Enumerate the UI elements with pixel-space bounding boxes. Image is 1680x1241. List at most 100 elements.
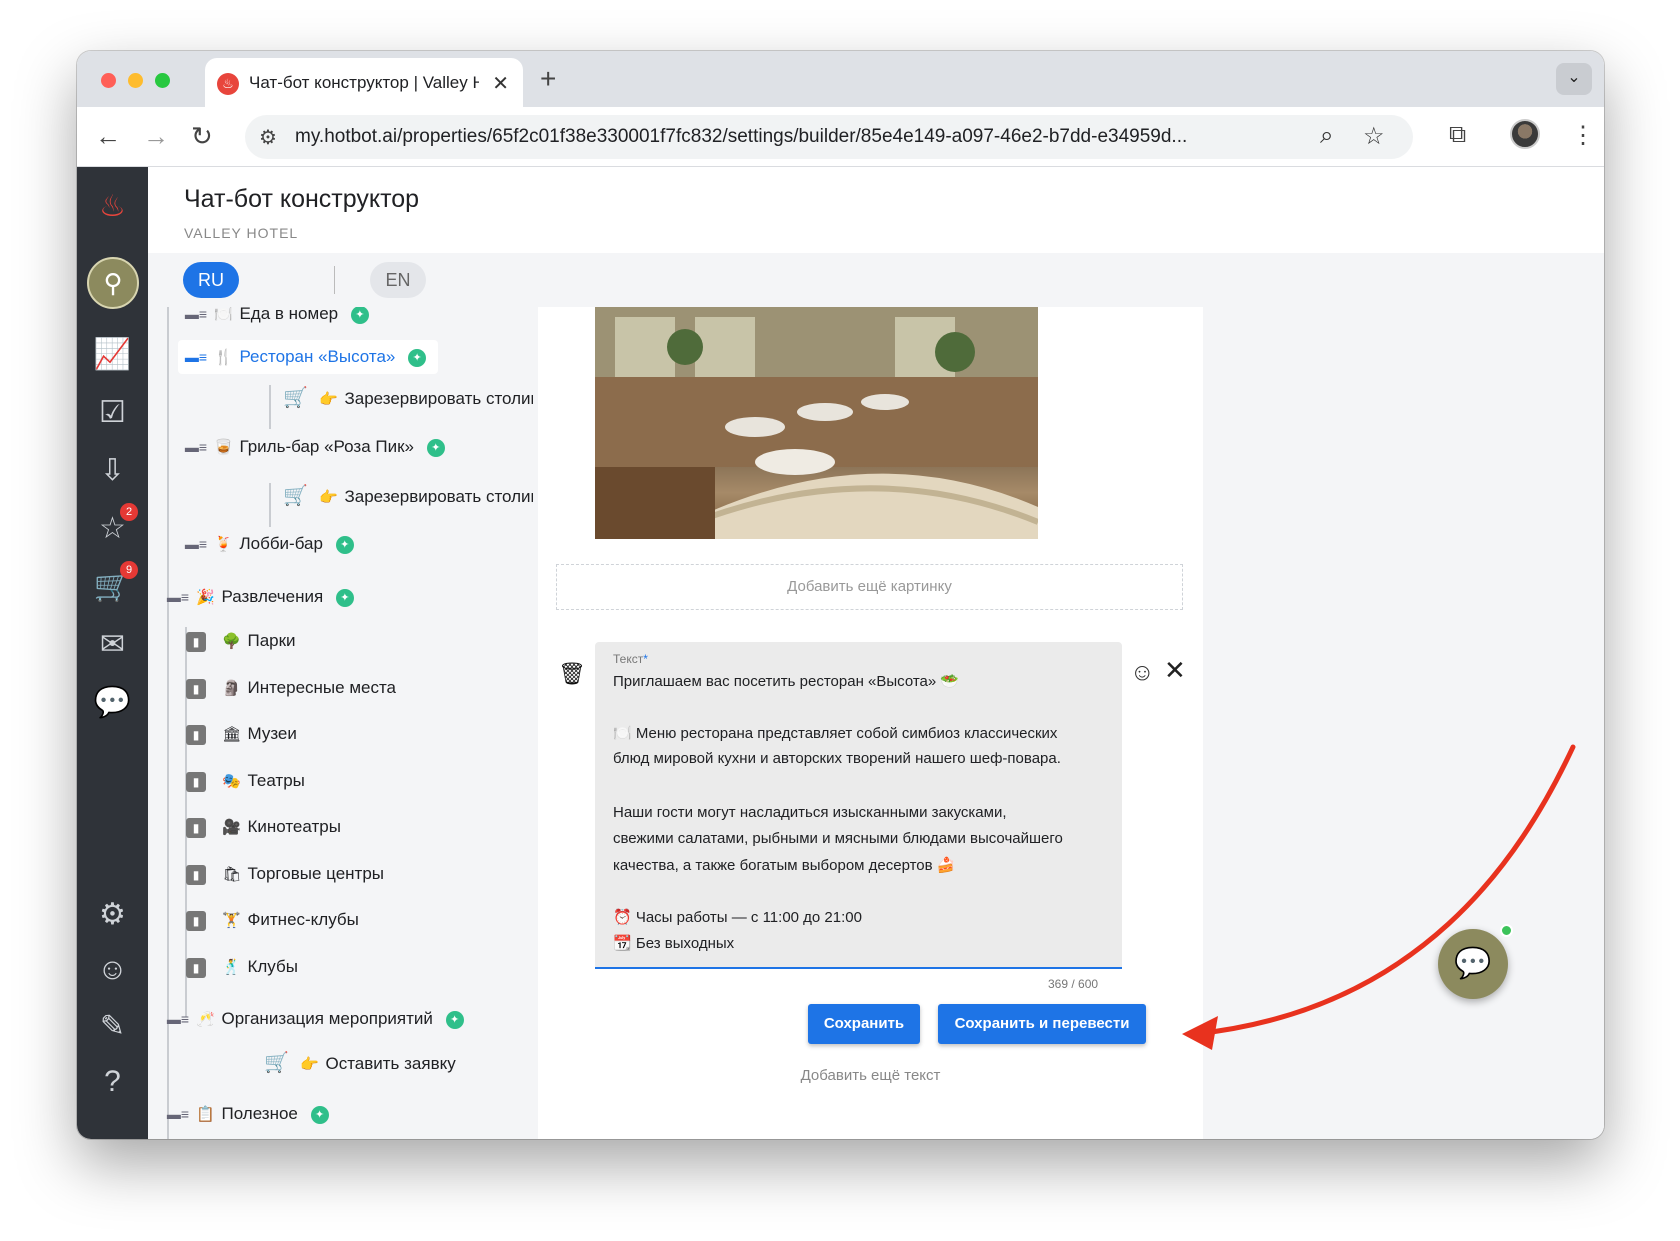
language-switcher: RU EN: [148, 253, 1604, 307]
card-list-icon: ▬≡: [166, 1011, 190, 1027]
orders-cart-nav-icon[interactable]: 🛒: [77, 569, 148, 604]
item-emoji: 👉: [319, 489, 339, 506]
item-emoji: 🏛: [222, 726, 242, 743]
tree-item-cinemas[interactable]: ▮ 🎥 Кинотеатры: [186, 810, 341, 844]
analytics-nav-icon[interactable]: 📈: [77, 337, 148, 372]
content-editor: Добавить ещё картинку 🗑 Текст* Приглашае…: [538, 307, 1203, 1139]
message-text-field[interactable]: Текст* Приглашаем вас посетить ресторан …: [595, 642, 1122, 969]
lang-en-button[interactable]: EN: [370, 262, 426, 298]
tree-item-leave-request[interactable]: 🛒 👉 Оставить заявку: [264, 1046, 456, 1080]
tree-item-label: Театры: [247, 771, 305, 790]
zoom-icon[interactable]: ⌕: [1320, 122, 1333, 150]
save-button[interactable]: Сохранить: [808, 1004, 920, 1044]
item-emoji: 🏋: [222, 912, 242, 929]
tab-close-icon[interactable]: ✕: [492, 71, 509, 96]
address-bar[interactable]: ⚙ my.hotbot.ai/properties/65f2c01f38e330…: [245, 115, 1413, 159]
edit-pencil-nav-icon[interactable]: ✎: [77, 1009, 148, 1044]
browser-menu-icon[interactable]: ⋮: [1571, 121, 1595, 150]
builder-nav-icon[interactable]: ⚲: [87, 257, 139, 309]
page-title: Чат-бот конструктор: [184, 185, 420, 213]
tree-item-clubs[interactable]: ▮ 🕺 Клубы: [186, 950, 298, 984]
restaurant-photo[interactable]: [595, 307, 1038, 539]
delete-trash-icon[interactable]: 🗑: [558, 661, 586, 687]
reload-icon[interactable]: ↻: [191, 121, 213, 151]
tree-item-lobby-bar[interactable]: ▬≡ 🍹 Лобби-бар ✦: [184, 527, 354, 561]
tree-item-reserve-table[interactable]: 🛒 👉 Зарезервировать столик: [283, 381, 533, 415]
reviews-star-nav-icon[interactable]: ☆: [77, 511, 148, 546]
text-line: качества, а также богатым выбором десерт…: [613, 857, 956, 874]
site-settings-icon[interactable]: ⚙: [259, 125, 277, 150]
tree-item-label: Кинотеатры: [247, 817, 341, 836]
hotbot-logo-icon[interactable]: ♨: [77, 189, 148, 224]
item-emoji: 🍽️: [214, 307, 234, 323]
lang-divider: [334, 266, 335, 294]
chat-widget-button[interactable]: 💬: [1438, 929, 1508, 999]
tree-item-label: Еда в номер: [239, 307, 339, 323]
close-editor-icon[interactable]: ✕: [1164, 655, 1186, 686]
maximize-window-button[interactable]: [155, 73, 170, 88]
chart-icon: ▮: [186, 817, 206, 838]
tree-item-reserve-table-2[interactable]: 🛒 👉 Зарезервировать столик: [283, 479, 533, 513]
card-list-icon: ▬≡: [184, 307, 208, 322]
cart-icon: 🛒: [283, 485, 308, 507]
ai-brain-icon: ✦: [310, 1105, 329, 1124]
item-emoji: 🌳: [222, 633, 242, 650]
inbox-download-nav-icon[interactable]: ⇩: [77, 453, 148, 488]
chart-icon: ▮: [186, 910, 206, 931]
tree-item-label: Интересные места: [247, 678, 397, 697]
chart-icon: ▮: [186, 957, 206, 978]
emoji-picker-icon[interactable]: ☺: [1130, 659, 1155, 687]
item-emoji: 🎭: [222, 773, 242, 790]
profile-avatar[interactable]: [1510, 119, 1540, 149]
browser-tab[interactable]: ♨ Чат-бот конструктор | Valley Hotel ✕: [205, 58, 523, 107]
item-emoji: 👉: [300, 1056, 320, 1073]
tree-item-grill-bar[interactable]: ▬≡ 🥃 Гриль-бар «Роза Пик» ✦: [184, 430, 445, 464]
tree-item-fitness[interactable]: ▮ 🏋 Фитнес-клубы: [186, 903, 359, 937]
mail-nav-icon[interactable]: ✉: [77, 627, 148, 662]
tree-item-label: Клубы: [247, 957, 298, 976]
tree-item-label: Музеи: [247, 724, 297, 743]
tree-item-museums[interactable]: ▮ 🏛 Музеи: [186, 717, 297, 751]
card-list-icon: ▬≡: [184, 439, 208, 455]
add-image-button[interactable]: Добавить ещё картинку: [556, 564, 1183, 610]
tree-item-malls[interactable]: ▮ 🛍 Торговые центры: [186, 857, 384, 891]
tree-item-useful[interactable]: ▬≡ 📋 Полезное ✦: [166, 1097, 329, 1131]
tree-item-events[interactable]: ▬≡ 🥂 Организация мероприятий ✦: [166, 1002, 464, 1036]
close-window-button[interactable]: [101, 73, 116, 88]
chat-nav-icon[interactable]: 💬: [77, 685, 148, 720]
forward-arrow-icon[interactable]: →: [143, 121, 169, 151]
tree-item-room-food[interactable]: ▬≡ 🍽️ Еда в номер ✦: [184, 307, 369, 331]
minimize-window-button[interactable]: [128, 73, 143, 88]
text-field-label: Текст*: [613, 652, 648, 666]
ai-brain-icon: ✦: [335, 588, 354, 607]
settings-gear-nav-icon[interactable]: ⚙: [77, 897, 148, 932]
extensions-puzzle-icon[interactable]: ⧉: [1449, 121, 1466, 149]
tree-item-label: Ресторан «Высота»: [239, 347, 396, 366]
tree-item-label: Торговые центры: [247, 864, 384, 883]
tree-item-entertainment[interactable]: ▬≡ 🎉 Развлечения ✦: [166, 580, 354, 614]
chart-icon: ▮: [186, 771, 206, 792]
cart-icon: 🛒: [283, 387, 308, 409]
back-arrow-icon[interactable]: ←: [95, 121, 121, 151]
save-and-translate-button[interactable]: Сохранить и перевести: [938, 1004, 1146, 1044]
tab-search-chevron-icon[interactable]: ⌄: [1556, 63, 1592, 95]
tree-item-restaurant-vysota[interactable]: ▬≡ 🍴 Ресторан «Высота» ✦: [178, 340, 439, 374]
tree-item-theatres[interactable]: ▮ 🎭 Театры: [186, 764, 305, 798]
tree-item-places[interactable]: ▮ 🗿 Интересные места: [186, 671, 396, 705]
hotbot-favicon-icon: ♨: [217, 73, 239, 95]
add-text-button[interactable]: Добавить ещё текст: [538, 1067, 1203, 1084]
new-tab-button[interactable]: +: [540, 63, 556, 95]
tasks-check-nav-icon[interactable]: ☑: [77, 395, 148, 430]
url-text: my.hotbot.ai/properties/65f2c01f38e33000…: [295, 126, 1188, 147]
preview-pane: [1203, 307, 1604, 1139]
tree-item-parks[interactable]: ▮ 🌳 Парки: [186, 624, 296, 658]
item-emoji: 📋: [196, 1106, 216, 1123]
help-nav-icon[interactable]: ?: [77, 1065, 148, 1099]
lang-ru-button[interactable]: RU: [183, 262, 239, 298]
tree-guide: [269, 385, 271, 429]
tab-strip: ♨ Чат-бот конструктор | Valley Hotel ✕ +…: [77, 51, 1604, 107]
account-nav-icon[interactable]: ☺: [77, 953, 148, 987]
bookmark-star-icon[interactable]: ☆: [1363, 122, 1385, 151]
char-counter: 369 / 600: [1048, 977, 1099, 991]
ai-brain-icon: ✦: [408, 348, 427, 367]
